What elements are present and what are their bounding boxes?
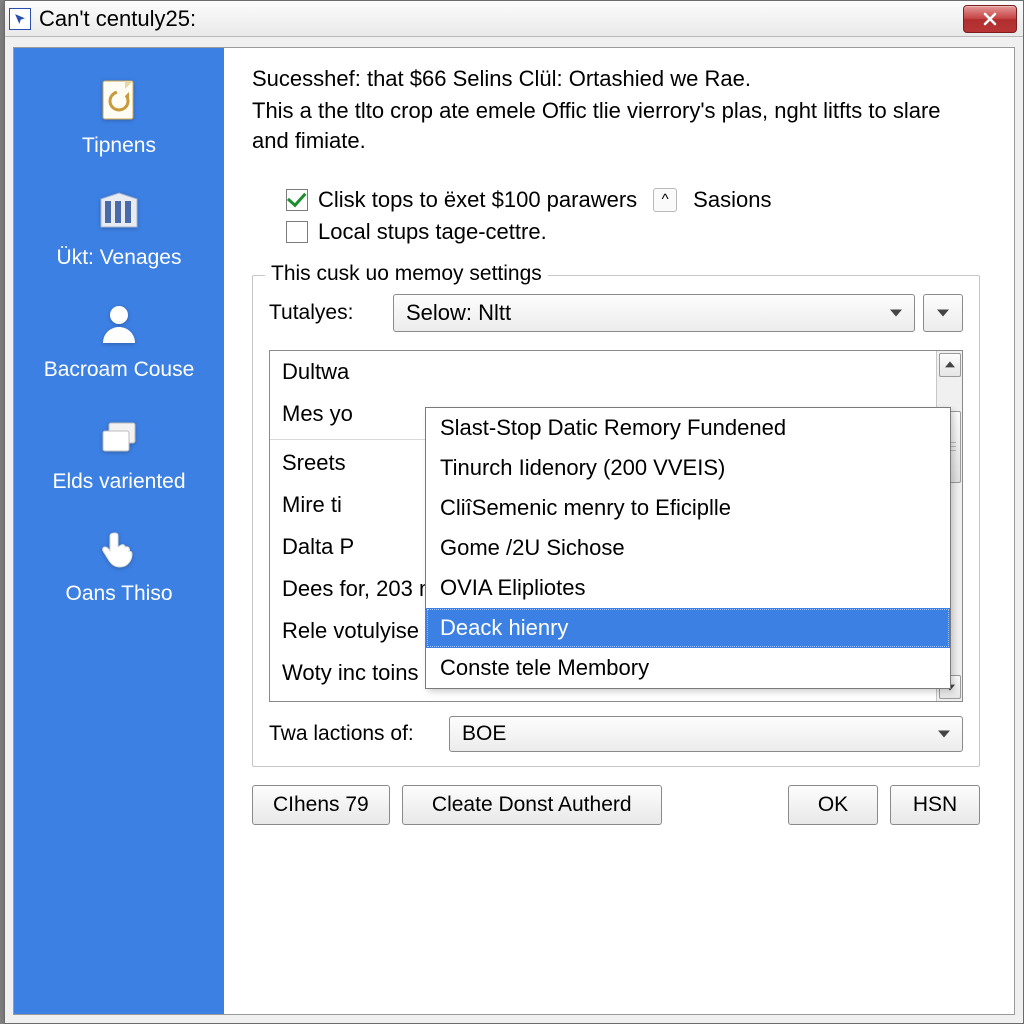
combo-expand-button[interactable] bbox=[923, 294, 963, 332]
cards-icon bbox=[89, 408, 149, 466]
sidebar-item-label: Oans Thiso bbox=[18, 582, 220, 606]
button-row: CIhens 79 Cleate Donst Autherd OK HSN bbox=[252, 785, 980, 825]
dropdown-option-selected[interactable]: Deack hienry bbox=[426, 608, 950, 648]
sidebar-item-label: Elds variented bbox=[18, 470, 220, 494]
sidebar-item-tipnens[interactable]: Tipnens bbox=[14, 66, 224, 172]
headline-text: Sucesshef: that $66 Selins Clül: Ortashi… bbox=[252, 66, 980, 92]
lactions-combo[interactable]: BOE bbox=[449, 716, 963, 752]
scroll-up-button[interactable] bbox=[939, 353, 961, 377]
settings-listbox[interactable]: Dultwa Mes yo Sreets Mire ti Dalta P Dee… bbox=[269, 350, 963, 702]
dropdown-option[interactable]: Tinurch Iidenory (200 VVEIS) bbox=[426, 448, 950, 488]
group-legend: This cusk uo memoy settings bbox=[265, 262, 548, 286]
sidebar-item-label: Bacroam Couse bbox=[18, 358, 220, 382]
dialog-window: Can't centuly25: Tipnens Ükt: Venages bbox=[4, 0, 1024, 1024]
sidebar-item-elds[interactable]: Elds variented bbox=[14, 402, 224, 508]
checkbox-label: Clisk tops to ëxet $100 parawers bbox=[318, 187, 637, 213]
hand-pointer-icon bbox=[89, 520, 149, 578]
sidebar-item-venages[interactable]: Ükt: Venages bbox=[14, 178, 224, 284]
lactions-row: Twa lactions of: BOE bbox=[269, 716, 963, 752]
sidebar-item-label: Tipnens bbox=[18, 134, 220, 158]
picker-label: Tutalyes: bbox=[269, 301, 385, 325]
sidebar: Tipnens Ükt: Venages Bacroam Couse Elds … bbox=[14, 48, 224, 1014]
checkbox-extra-text: Sasions bbox=[693, 187, 771, 213]
checkbox-row-2: Local stups tage-cettre. bbox=[286, 219, 980, 245]
sidebar-item-oans[interactable]: Oans Thiso bbox=[14, 514, 224, 620]
columns-icon bbox=[89, 184, 149, 242]
memory-settings-group: This cusk uo memoy settings Tutalyes: Se… bbox=[252, 275, 980, 767]
list-item[interactable]: Dultwa bbox=[270, 351, 936, 393]
combo-value: Selow: Nltt bbox=[406, 300, 511, 326]
main-panel: Sucesshef: that $66 Selins Clül: Ortashi… bbox=[224, 48, 1014, 1014]
description-text: This a the tlto crop ate emele Offic tli… bbox=[252, 96, 980, 157]
tutalyes-dropdown[interactable]: Slast-Stop Datic Remory Fundened Tinurch… bbox=[425, 407, 951, 689]
sidebar-item-label: Ükt: Venages bbox=[18, 246, 220, 270]
page-refresh-icon bbox=[89, 72, 149, 130]
dropdown-option[interactable]: OVIA Elipliotes bbox=[426, 568, 950, 608]
hint-chip[interactable]: ^ bbox=[653, 188, 677, 212]
lactions-label: Twa lactions of: bbox=[269, 722, 439, 746]
app-icon bbox=[9, 8, 31, 30]
checkbox-local-stups[interactable] bbox=[286, 221, 308, 243]
sidebar-item-bacroam[interactable]: Bacroam Couse bbox=[14, 290, 224, 396]
create-const-button[interactable]: Cleate Donst Autherd bbox=[402, 785, 662, 825]
dropdown-option[interactable]: Conste tele Membory bbox=[426, 648, 950, 688]
tutalyes-combo[interactable]: Selow: Nltt bbox=[393, 294, 915, 332]
picker-row: Tutalyes: Selow: Nltt bbox=[269, 294, 963, 332]
dropdown-option[interactable]: CliîSemenic menry to Eficiplle bbox=[426, 488, 950, 528]
titlebar: Can't centuly25: bbox=[5, 1, 1023, 37]
cihens-button[interactable]: CIhens 79 bbox=[252, 785, 390, 825]
close-button[interactable] bbox=[963, 5, 1017, 33]
checkbox-label: Local stups tage-cettre. bbox=[318, 219, 547, 245]
checkbox-parawers[interactable] bbox=[286, 189, 308, 211]
client-area: Tipnens Ükt: Venages Bacroam Couse Elds … bbox=[13, 47, 1015, 1015]
dropdown-option[interactable]: Gome /2U Sichose bbox=[426, 528, 950, 568]
window-title: Can't centuly25: bbox=[39, 6, 963, 32]
checkbox-row-1: Clisk tops to ëxet $100 parawers ^ Sasio… bbox=[286, 187, 980, 213]
person-icon bbox=[89, 296, 149, 354]
hsn-button[interactable]: HSN bbox=[890, 785, 980, 825]
ok-button[interactable]: OK bbox=[788, 785, 878, 825]
dropdown-option[interactable]: Slast-Stop Datic Remory Fundened bbox=[426, 408, 950, 448]
combo-value: BOE bbox=[462, 722, 506, 746]
